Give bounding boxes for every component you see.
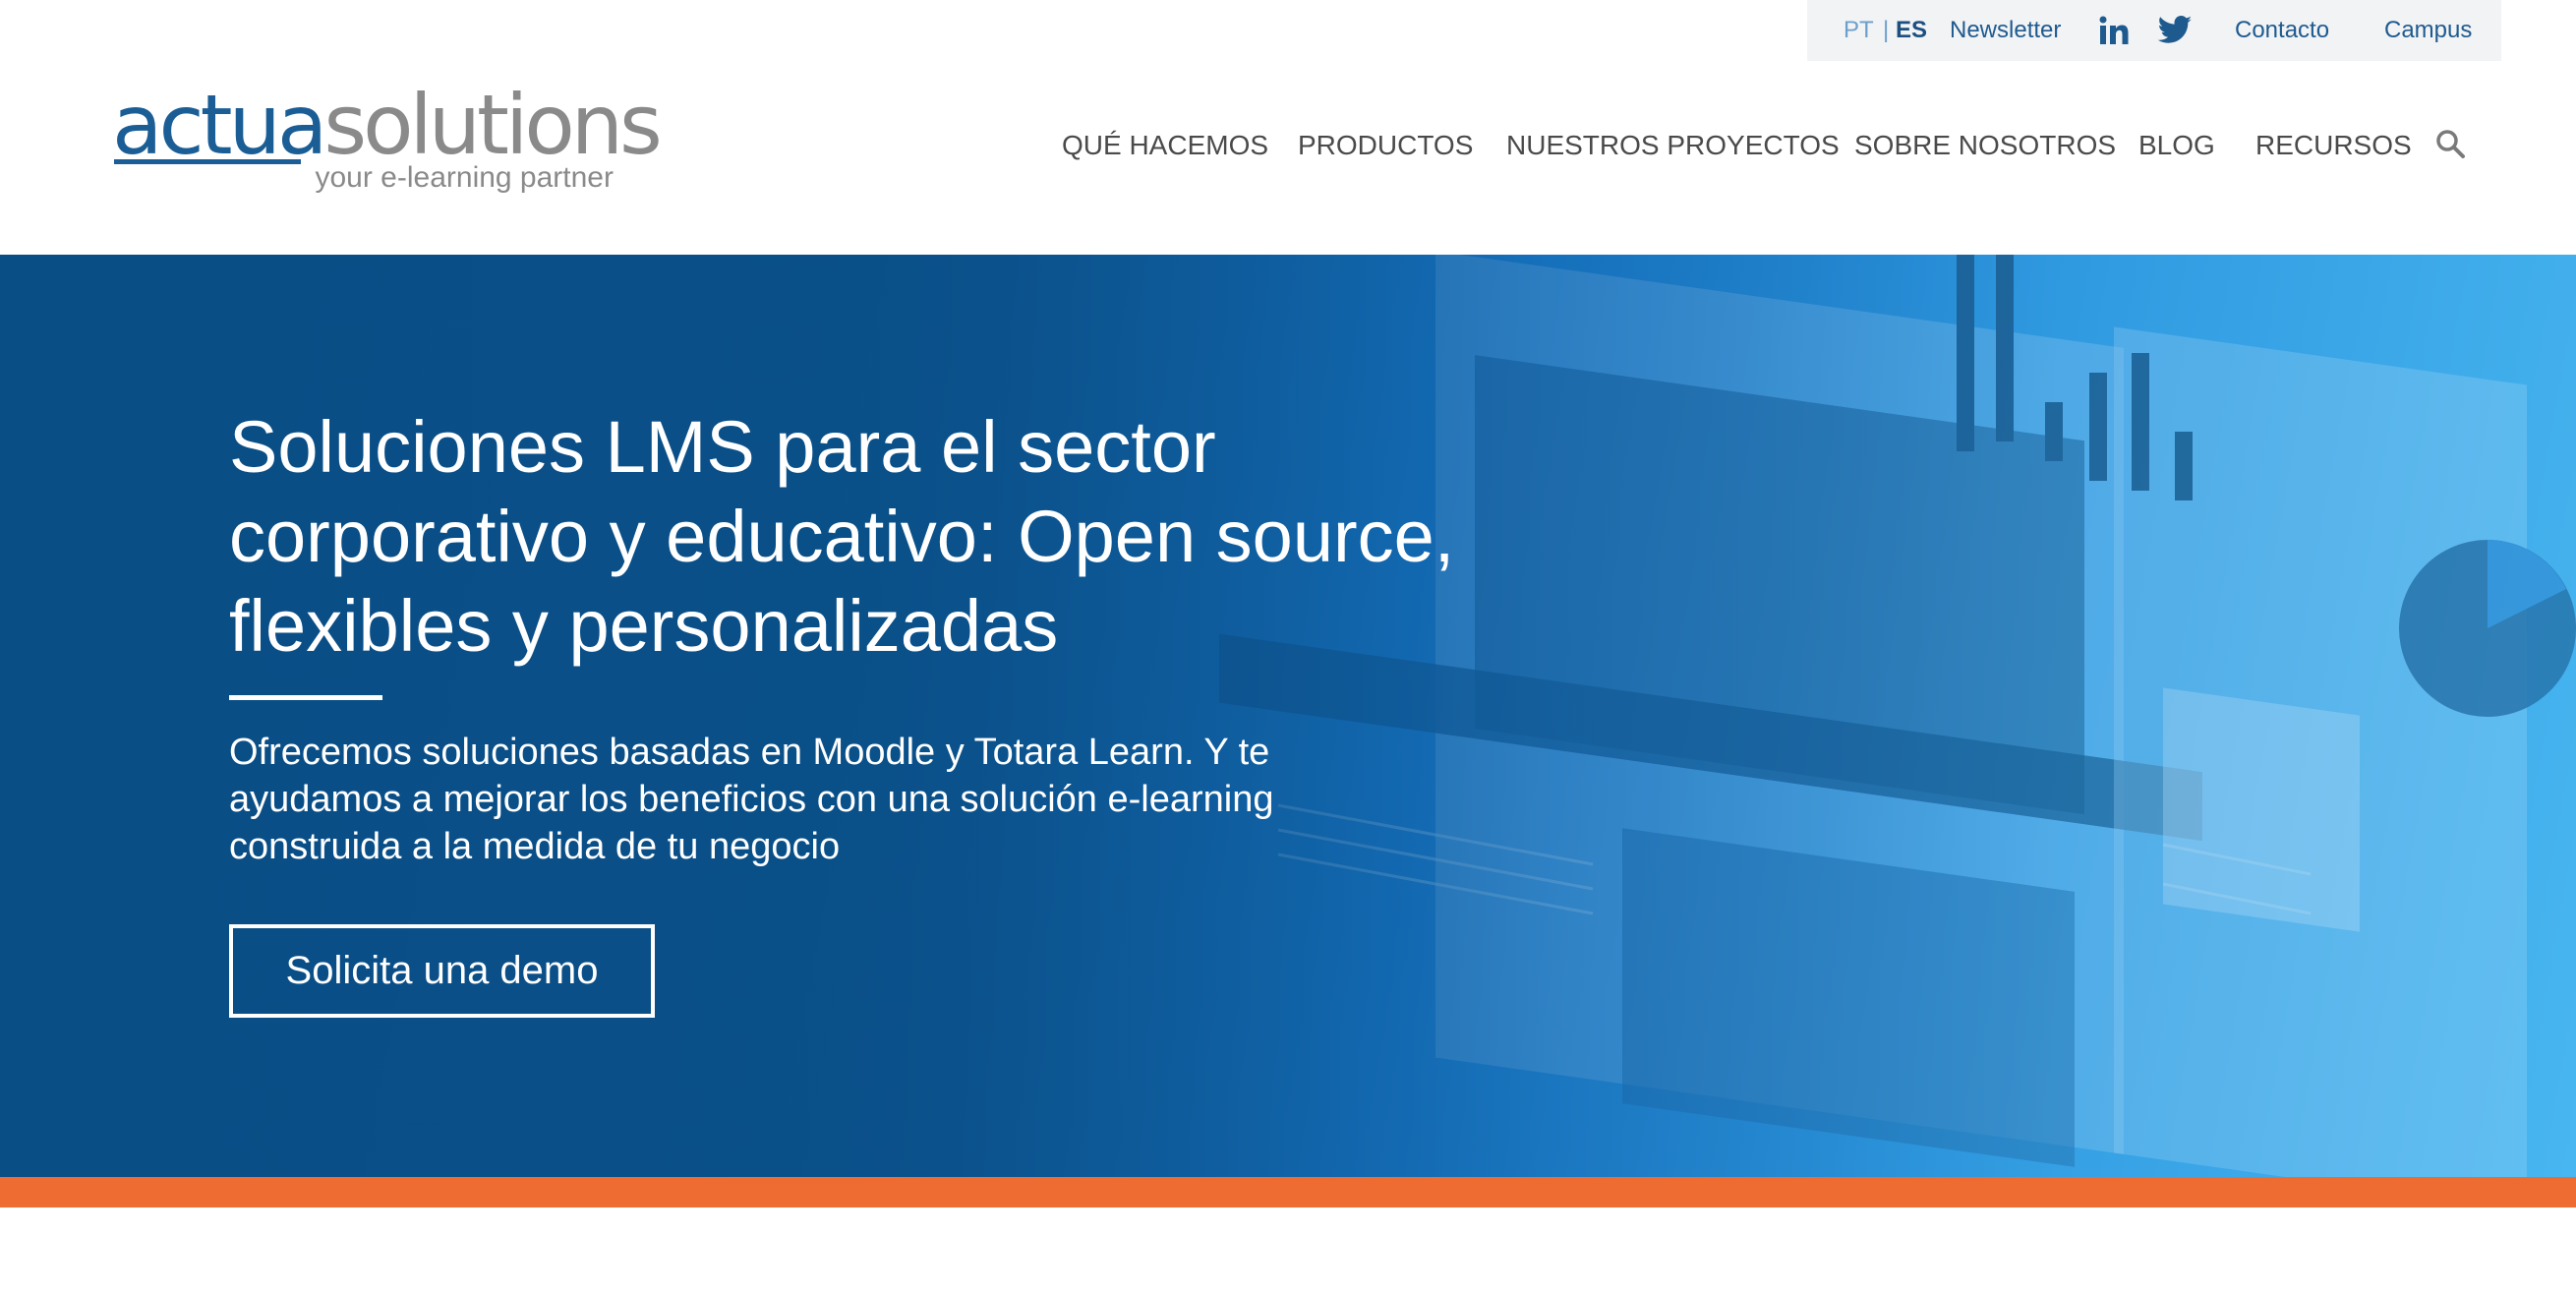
accent-stripe <box>0 1177 2576 1207</box>
lang-es-link[interactable]: ES <box>1896 0 1927 61</box>
logo-part-solutions: solutions <box>323 77 662 173</box>
nav-item-blog[interactable]: BLOG <box>2138 126 2215 165</box>
lang-separator: | <box>1883 17 1890 43</box>
utility-bar: PT | ES Newsletter Contacto Campus <box>1807 0 2501 61</box>
logo-underline <box>114 159 301 164</box>
twitter-icon[interactable] <box>2157 15 2193 46</box>
nav-item-nuestros-proyectos[interactable]: NUESTROS PROYECTOS <box>1506 126 1840 165</box>
lang-pt-link[interactable]: PT <box>1844 0 1874 61</box>
linkedin-icon[interactable] <box>2098 15 2130 46</box>
hero-banner: Soluciones LMS para el sector corporativ… <box>0 255 2576 1177</box>
logo-wordmark: actuasolutions <box>112 81 663 169</box>
nav-item-que-hacemos[interactable]: QUÉ HACEMOS <box>1062 126 1268 165</box>
hero-title: Soluciones LMS para el sector corporativ… <box>229 406 1455 667</box>
campus-link[interactable]: Campus <box>2384 0 2472 61</box>
newsletter-link[interactable]: Newsletter <box>1950 0 2061 61</box>
actuasolutions-logo[interactable]: actuasolutions your e-learning partner <box>112 81 663 199</box>
contacto-link[interactable]: Contacto <box>2235 0 2329 61</box>
hero-subtitle: Ofrecemos soluciones basadas en Moodle y… <box>229 732 1274 867</box>
logo-tagline: your e-learning partner <box>315 161 614 194</box>
nav-item-productos[interactable]: PRODUCTOS <box>1298 126 1473 165</box>
hero-divider <box>229 695 382 700</box>
search-icon[interactable] <box>2434 128 2466 159</box>
nav-item-recursos[interactable]: RECURSOS <box>2255 126 2412 165</box>
hero-gradient-overlay <box>0 255 2576 1177</box>
request-demo-button[interactable]: Solicita una demo <box>229 924 655 1018</box>
nav-item-sobre-nosotros[interactable]: SOBRE NOSOTROS <box>1854 126 2116 165</box>
